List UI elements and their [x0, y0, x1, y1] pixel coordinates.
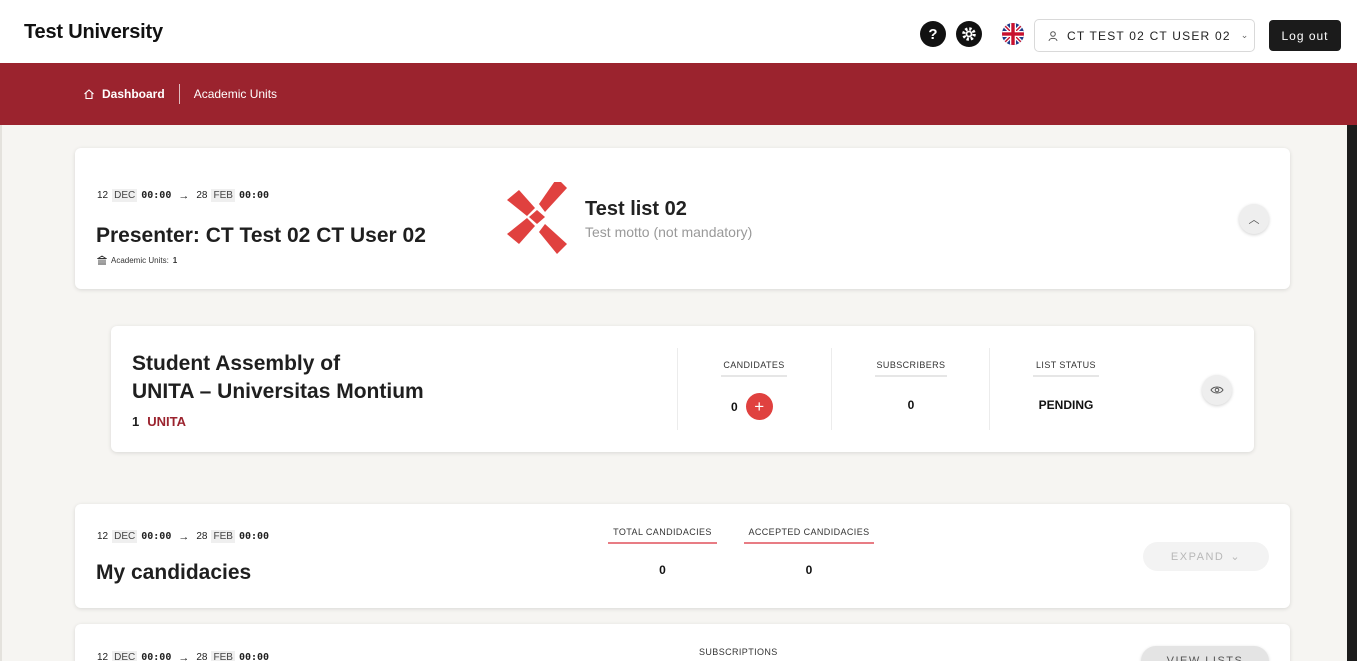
academic-unit-title-line2: UNITA – Universitas Montium: [132, 380, 424, 403]
view-lists-button[interactable]: VIEW LISTS: [1141, 646, 1269, 661]
scrollbar[interactable]: [1347, 125, 1357, 661]
nav-divider: [178, 84, 180, 104]
accepted-candidacies-value: 0: [805, 563, 813, 577]
nav-item-dashboard-label: Dashboard: [102, 87, 165, 101]
academic-units-label: Academic Units:: [111, 255, 169, 265]
date-to-time: 00:00: [238, 652, 270, 661]
date-from-month: DEC: [112, 651, 138, 661]
candidates-label: CANDIDATES: [721, 360, 787, 377]
date-from-time: 00:00: [141, 190, 172, 201]
date-to-time: 00:00: [238, 531, 270, 542]
gear-icon: [962, 27, 976, 41]
app-title: Test University: [24, 21, 163, 43]
academic-unit-title: Student Assembly of UNITA – Universitas …: [132, 350, 424, 406]
list-status-label: LIST STATUS: [1033, 360, 1099, 377]
total-candidacies-value: 0: [659, 563, 666, 577]
list-status-value: PENDING: [1038, 398, 1094, 412]
column-divider: [989, 348, 990, 430]
add-candidate-button[interactable]: +: [745, 393, 773, 420]
subscriptions-card: 12 DEC 00:00 → 28 FEB 00:00 SUBSCRIPTION…: [75, 624, 1290, 661]
user-icon: [1048, 30, 1058, 41]
expand-label: EXPAND: [1170, 550, 1225, 563]
accepted-candidacies-stat: ACCEPTED CANDIDACIES 0: [744, 527, 874, 577]
date-from-day: 12: [97, 531, 109, 542]
left-edge: [0, 125, 2, 661]
user-menu-select[interactable]: CT TEST 02 CT USER 02 ⌄: [1034, 19, 1255, 52]
list-card: 12 DEC 00:00 → 28 FEB 00:00 Presenter: C…: [75, 148, 1290, 289]
eye-icon: [1210, 386, 1224, 394]
user-name-label: CT TEST 02 CT USER 02: [1067, 28, 1231, 43]
date-to-day: 28: [196, 652, 208, 661]
arrow-right-icon: →: [178, 651, 190, 661]
date-from-month: DEC: [112, 530, 138, 543]
logout-button[interactable]: Log out: [1269, 20, 1341, 51]
presenter-title: Presenter: CT Test 02 CT User 02: [96, 224, 426, 247]
date-from-time: 00:00: [141, 531, 172, 542]
candidates-stat: CANDIDATES: [721, 360, 787, 377]
academic-unit-title-line1: Student Assembly of: [132, 352, 341, 375]
column-divider: [677, 348, 678, 430]
help-button[interactable]: ?: [920, 21, 946, 47]
date-from-day: 12: [97, 652, 109, 661]
list-name: Test list 02: [585, 198, 687, 220]
arrow-right-icon: →: [178, 530, 190, 543]
date-to-time: 00:00: [238, 190, 270, 201]
collapse-button[interactable]: ︿: [1239, 204, 1269, 234]
chevron-down-icon: ⌄: [1230, 551, 1242, 563]
chevron-down-icon: ⌄: [1240, 30, 1250, 40]
date-to-month: FEB: [211, 651, 235, 661]
date-to-month: FEB: [211, 530, 235, 543]
nav-item-dashboard[interactable]: Dashboard: [83, 87, 165, 101]
nav-item-academic-units[interactable]: Academic Units: [194, 87, 277, 101]
home-icon: [84, 89, 94, 100]
unit-tag: 1 UNITA: [132, 414, 186, 429]
academic-units-count: Academic Units: 1: [97, 255, 177, 265]
main-nav: Dashboard Academic Units: [0, 63, 1357, 125]
unit-name: UNITA: [147, 414, 186, 429]
date-to-day: 28: [196, 531, 208, 542]
unit-number: 1: [132, 414, 140, 429]
settings-button[interactable]: [956, 21, 982, 47]
institution-icon: [97, 255, 107, 265]
list-logo-icon: [507, 182, 567, 254]
date-to-month: FEB: [211, 189, 235, 202]
candidacies-title: My candidacies: [96, 561, 252, 584]
candidates-value-row: 0 +: [731, 393, 773, 420]
help-icon: ?: [928, 25, 938, 43]
plus-icon: +: [754, 396, 765, 416]
date-from-day: 12: [97, 190, 109, 201]
subscribers-value: 0: [907, 398, 915, 412]
chevron-up-icon: ︿: [1248, 214, 1260, 226]
total-candidacies-label: TOTAL CANDIDACIES: [608, 527, 717, 544]
total-candidacies-stat: TOTAL CANDIDACIES 0: [608, 527, 717, 577]
academic-units-value: 1: [172, 255, 178, 265]
expand-button[interactable]: EXPAND ⌄: [1143, 542, 1269, 571]
arrow-right-icon: →: [178, 189, 190, 202]
top-bar: Test University ? CT TEST 02 CT USER 02 …: [0, 0, 1357, 63]
list-status-stat: LIST STATUS PENDING: [1033, 360, 1099, 412]
view-button[interactable]: [1202, 375, 1232, 405]
candidacies-card: 12 DEC 00:00 → 28 FEB 00:00 My candidaci…: [75, 504, 1290, 608]
accepted-candidacies-label: ACCEPTED CANDIDACIES: [744, 527, 874, 544]
date-from-time: 00:00: [141, 652, 172, 661]
academic-unit-card: Student Assembly of UNITA – Universitas …: [111, 326, 1254, 452]
list-motto: Test motto (not mandatory): [585, 224, 753, 240]
date-from-month: DEC: [112, 189, 138, 202]
date-range: 12 DEC 00:00 → 28 FEB 00:00: [97, 651, 269, 661]
column-divider: [831, 348, 832, 430]
candidates-value: 0: [731, 399, 738, 414]
date-to-day: 28: [196, 190, 208, 201]
subscribers-stat: SUBSCRIBERS 0: [875, 360, 947, 412]
subscriptions-label: SUBSCRIPTIONS: [699, 647, 778, 657]
language-flag-icon[interactable]: [1002, 23, 1024, 45]
date-range: 12 DEC 00:00 → 28 FEB 00:00: [97, 530, 269, 543]
subscribers-label: SUBSCRIBERS: [875, 360, 947, 377]
date-range: 12 DEC 00:00 → 28 FEB 00:00: [97, 189, 269, 202]
